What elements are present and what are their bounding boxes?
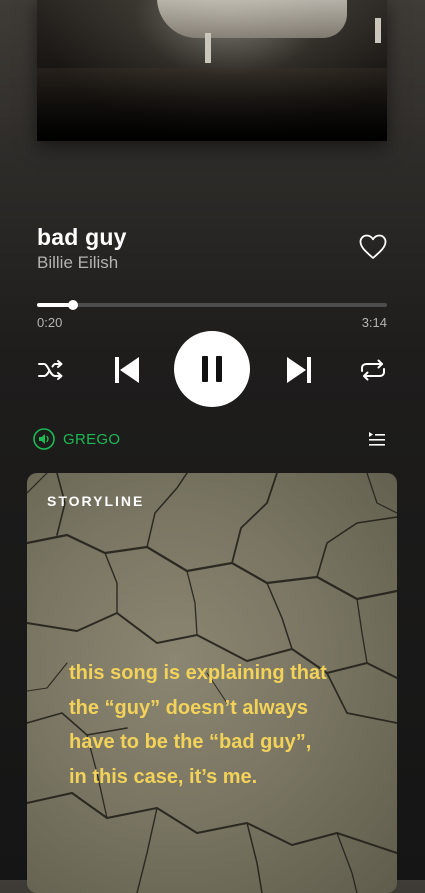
storyline-line: in this case, it’s me. bbox=[69, 765, 258, 788]
queue-icon bbox=[369, 432, 385, 446]
total-time: 3:14 bbox=[361, 315, 387, 330]
storyline-label: STORYLINE bbox=[47, 493, 145, 509]
album-art bbox=[37, 0, 387, 141]
track-title[interactable]: bad guy bbox=[37, 224, 127, 251]
progress-bar[interactable] bbox=[37, 300, 387, 310]
album-art-floor bbox=[37, 68, 387, 141]
skip-next-icon bbox=[287, 357, 311, 383]
progress-knob[interactable] bbox=[68, 300, 79, 310]
heart-icon bbox=[359, 234, 387, 259]
elapsed-time: 0:20 bbox=[37, 315, 63, 330]
pause-icon bbox=[202, 356, 222, 382]
album-art-bed bbox=[157, 0, 347, 38]
play-pause-button[interactable] bbox=[174, 331, 250, 407]
shuffle-icon bbox=[38, 360, 63, 380]
previous-button[interactable] bbox=[114, 356, 140, 389]
queue-button[interactable] bbox=[368, 431, 386, 452]
device-name: GREGO bbox=[63, 430, 121, 448]
storyline-card[interactable]: STORYLINE this song is explaining that t… bbox=[27, 473, 397, 893]
shuffle-button[interactable] bbox=[37, 358, 65, 387]
track-artist[interactable]: Billie Eilish bbox=[37, 253, 118, 273]
speaker-icon bbox=[33, 428, 55, 450]
repeat-button[interactable] bbox=[358, 358, 388, 387]
album-art-bed-leg bbox=[205, 33, 211, 63]
storyline-line: the “guy” doesn’t always bbox=[69, 696, 308, 719]
next-button[interactable] bbox=[286, 356, 312, 389]
storyline-text: this song is explaining that the “guy” d… bbox=[69, 656, 369, 794]
storyline-line: have to be the “bad guy”, bbox=[69, 731, 312, 753]
album-art-bed-leg bbox=[375, 18, 381, 43]
storyline-line: this song is explaining that bbox=[69, 662, 327, 684]
like-button[interactable] bbox=[359, 234, 387, 260]
skip-previous-icon bbox=[115, 357, 139, 383]
connected-device[interactable]: GREGO bbox=[33, 428, 120, 450]
repeat-icon bbox=[361, 359, 385, 381]
